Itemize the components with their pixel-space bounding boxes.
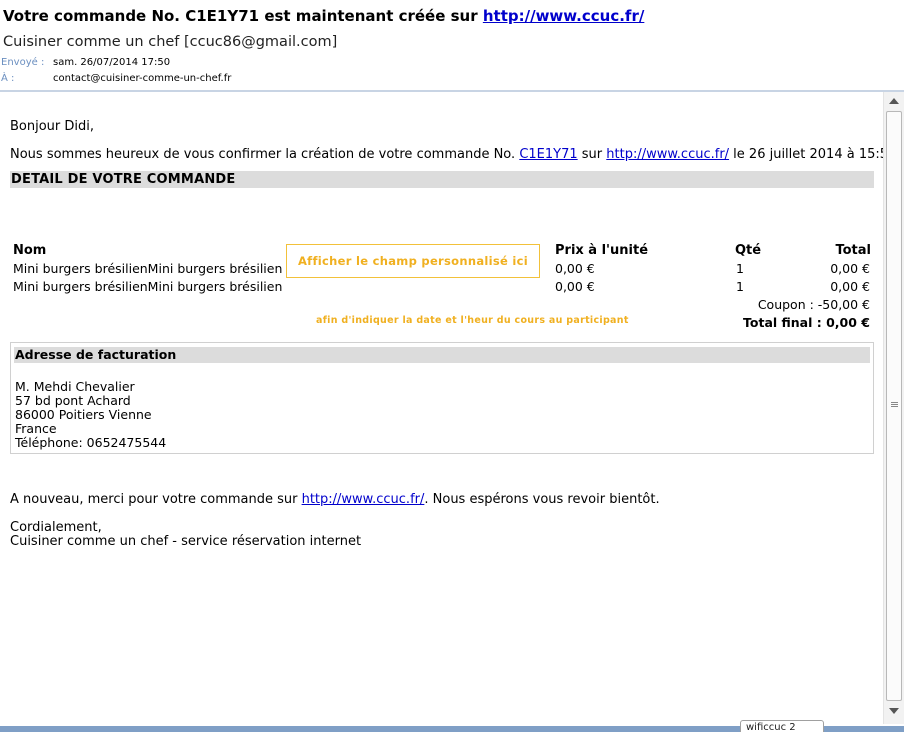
custom-field-button[interactable]: Afficher le champ personnalisé ici <box>286 244 540 278</box>
order-detail-header: DETAIL DE VOTRE COMMANDE <box>10 171 874 188</box>
grip-line <box>891 404 898 405</box>
row-1-qty: 1 <box>736 261 744 276</box>
confirm-suffix: le 26 juillet 2014 à 15:50 <box>729 147 883 162</box>
signature: Cuisiner comme un chef - service réserva… <box>10 534 362 549</box>
row-2-qty: 1 <box>736 279 744 294</box>
billing-line-city: 86000 Poitiers Vienne <box>15 407 152 422</box>
billing-line-country: France <box>15 421 57 436</box>
scroll-down-arrow-icon[interactable] <box>889 708 899 714</box>
vertical-scrollbar[interactable] <box>883 92 904 724</box>
sender: Cuisiner comme un chef [ccuc86@gmail.com… <box>3 34 338 50</box>
confirm-mid: sur <box>577 147 607 162</box>
row-2-total: 0,00 € <box>830 279 870 294</box>
row-1-total: 0,00 € <box>830 261 870 276</box>
to-value: contact@cuisiner-comme-un-chef.fr <box>53 73 232 84</box>
grip-line <box>891 406 898 407</box>
subject-link[interactable]: http://www.ccuc.fr/ <box>483 7 644 25</box>
closing: Cordialement, <box>10 520 102 535</box>
row-1-unit-price: 0,00 € <box>555 261 595 276</box>
order-link[interactable]: C1E1Y71 <box>519 147 577 162</box>
thanks-prefix: A nouveau, merci pour votre commande sur <box>10 492 302 507</box>
billing-line-name: M. Mehdi Chevalier <box>15 379 135 394</box>
greeting: Bonjour Didi, <box>10 119 95 134</box>
sent-value: sam. 26/07/2014 17:50 <box>53 57 171 68</box>
email-subject: Votre commande No. C1E1Y71 est maintenan… <box>3 7 644 25</box>
taskbar-tab[interactable]: wificcuc 2 <box>740 720 824 732</box>
col-header-name: Nom <box>13 243 47 258</box>
sent-label: Envoyé : <box>1 57 45 68</box>
billing-line-phone: Téléphone: 0652475544 <box>15 435 167 450</box>
billing-address-box: Adresse de facturation M. Mehdi Chevalie… <box>10 342 874 454</box>
thanks-link[interactable]: http://www.ccuc.fr/ <box>302 492 425 507</box>
row-1-name: Mini burgers brésilienMini burgers brési… <box>13 261 283 276</box>
col-header-qty: Qté <box>735 243 762 258</box>
confirmation-line: Nous sommes heureux de vous confirmer la… <box>10 147 883 162</box>
coupon-line: Coupon : -50,00 € <box>757 297 870 312</box>
final-total: Total final : 0,00 € <box>743 315 870 330</box>
confirm-prefix: Nous sommes heureux de vous confirmer la… <box>10 147 520 162</box>
subject-text: Votre commande No. C1E1Y71 est maintenan… <box>3 7 483 25</box>
col-header-total: Total <box>835 243 871 258</box>
to-label: À : <box>1 73 15 84</box>
custom-field-note: afin d'indiquer la date et l'heur du cou… <box>316 315 629 326</box>
scroll-up-arrow-icon[interactable] <box>889 98 899 104</box>
row-2-name: Mini burgers brésilienMini burgers brési… <box>13 279 283 294</box>
billing-line-street: 57 bd pont Achard <box>15 393 131 408</box>
site-link[interactable]: http://www.ccuc.fr/ <box>606 147 729 162</box>
email-body: Bonjour Didi, Nous sommes heureux de vou… <box>0 92 883 724</box>
col-header-unit-price: Prix à l'unité <box>555 243 649 258</box>
row-2-unit-price: 0,00 € <box>555 279 595 294</box>
grip-line <box>891 402 898 403</box>
thanks-suffix: . Nous espérons vous revoir bientôt. <box>424 492 660 507</box>
billing-title: Adresse de facturation <box>14 347 870 363</box>
thanks-line: A nouveau, merci pour votre commande sur… <box>10 492 660 507</box>
scroll-thumb[interactable] <box>886 111 902 701</box>
